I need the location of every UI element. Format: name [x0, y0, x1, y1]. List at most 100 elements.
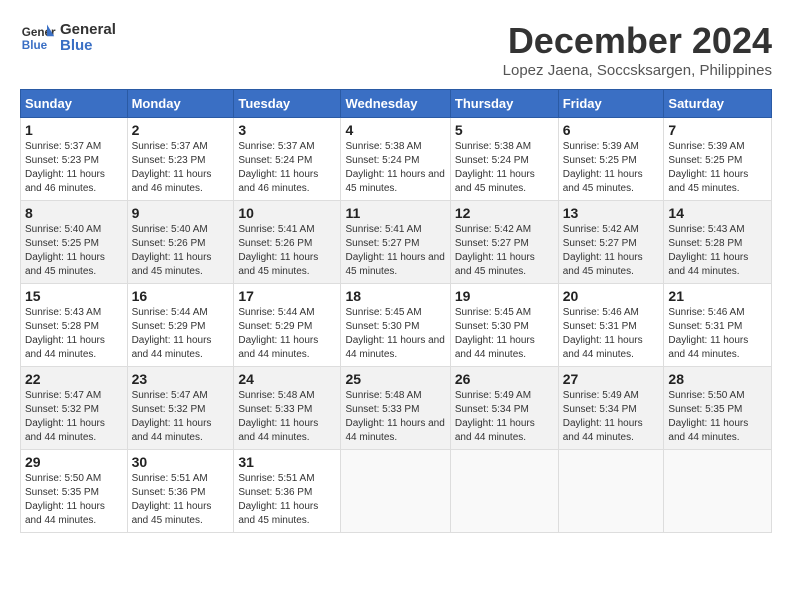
day-number: 27: [563, 371, 660, 387]
calendar-cell: 16 Sunrise: 5:44 AM Sunset: 5:29 PM Dayl…: [127, 284, 234, 367]
page-header: General Blue General Blue December 2024 …: [20, 20, 772, 79]
day-info: Sunrise: 5:42 AM Sunset: 5:27 PM Dayligh…: [455, 223, 554, 279]
calendar-cell: 1 Sunrise: 5:37 AM Sunset: 5:23 PM Dayli…: [21, 118, 128, 201]
day-info: Sunrise: 5:37 AM Sunset: 5:24 PM Dayligh…: [238, 140, 336, 196]
day-info: Sunrise: 5:50 AM Sunset: 5:35 PM Dayligh…: [668, 389, 767, 445]
calendar-cell: 31 Sunrise: 5:51 AM Sunset: 5:36 PM Dayl…: [234, 450, 341, 533]
weekday-header-sunday: Sunday: [21, 90, 128, 118]
day-info: Sunrise: 5:39 AM Sunset: 5:25 PM Dayligh…: [668, 140, 767, 196]
day-info: Sunrise: 5:46 AM Sunset: 5:31 PM Dayligh…: [563, 306, 660, 362]
calendar-cell: [664, 450, 772, 533]
calendar-cell: 11 Sunrise: 5:41 AM Sunset: 5:27 PM Dayl…: [341, 201, 450, 284]
week-row-3: 15 Sunrise: 5:43 AM Sunset: 5:28 PM Dayl…: [21, 284, 772, 367]
calendar-cell: 24 Sunrise: 5:48 AM Sunset: 5:33 PM Dayl…: [234, 367, 341, 450]
weekday-header-thursday: Thursday: [450, 90, 558, 118]
day-number: 30: [132, 454, 230, 470]
weekday-header-row: SundayMondayTuesdayWednesdayThursdayFrid…: [21, 90, 772, 118]
weekday-header-friday: Friday: [558, 90, 664, 118]
calendar-cell: 15 Sunrise: 5:43 AM Sunset: 5:28 PM Dayl…: [21, 284, 128, 367]
calendar-cell: 9 Sunrise: 5:40 AM Sunset: 5:26 PM Dayli…: [127, 201, 234, 284]
day-info: Sunrise: 5:37 AM Sunset: 5:23 PM Dayligh…: [25, 140, 123, 196]
day-info: Sunrise: 5:50 AM Sunset: 5:35 PM Dayligh…: [25, 472, 123, 528]
week-row-4: 22 Sunrise: 5:47 AM Sunset: 5:32 PM Dayl…: [21, 367, 772, 450]
calendar-cell: [558, 450, 664, 533]
day-info: Sunrise: 5:49 AM Sunset: 5:34 PM Dayligh…: [563, 389, 660, 445]
day-number: 25: [345, 371, 445, 387]
day-info: Sunrise: 5:41 AM Sunset: 5:26 PM Dayligh…: [238, 223, 336, 279]
calendar-cell: 23 Sunrise: 5:47 AM Sunset: 5:32 PM Dayl…: [127, 367, 234, 450]
day-number: 20: [563, 288, 660, 304]
day-number: 3: [238, 122, 336, 138]
day-number: 18: [345, 288, 445, 304]
day-info: Sunrise: 5:44 AM Sunset: 5:29 PM Dayligh…: [238, 306, 336, 362]
day-number: 26: [455, 371, 554, 387]
month-title: December 2024: [503, 20, 772, 62]
calendar-cell: [341, 450, 450, 533]
calendar-cell: 8 Sunrise: 5:40 AM Sunset: 5:25 PM Dayli…: [21, 201, 128, 284]
day-info: Sunrise: 5:45 AM Sunset: 5:30 PM Dayligh…: [345, 306, 445, 362]
day-info: Sunrise: 5:48 AM Sunset: 5:33 PM Dayligh…: [238, 389, 336, 445]
day-info: Sunrise: 5:42 AM Sunset: 5:27 PM Dayligh…: [563, 223, 660, 279]
calendar-cell: 30 Sunrise: 5:51 AM Sunset: 5:36 PM Dayl…: [127, 450, 234, 533]
calendar-cell: 27 Sunrise: 5:49 AM Sunset: 5:34 PM Dayl…: [558, 367, 664, 450]
day-info: Sunrise: 5:48 AM Sunset: 5:33 PM Dayligh…: [345, 389, 445, 445]
day-info: Sunrise: 5:43 AM Sunset: 5:28 PM Dayligh…: [668, 223, 767, 279]
calendar-cell: 19 Sunrise: 5:45 AM Sunset: 5:30 PM Dayl…: [450, 284, 558, 367]
calendar-cell: 18 Sunrise: 5:45 AM Sunset: 5:30 PM Dayl…: [341, 284, 450, 367]
calendar-cell: 10 Sunrise: 5:41 AM Sunset: 5:26 PM Dayl…: [234, 201, 341, 284]
weekday-header-tuesday: Tuesday: [234, 90, 341, 118]
calendar-cell: 17 Sunrise: 5:44 AM Sunset: 5:29 PM Dayl…: [234, 284, 341, 367]
day-info: Sunrise: 5:47 AM Sunset: 5:32 PM Dayligh…: [132, 389, 230, 445]
day-number: 15: [25, 288, 123, 304]
day-info: Sunrise: 5:46 AM Sunset: 5:31 PM Dayligh…: [668, 306, 767, 362]
calendar-cell: 14 Sunrise: 5:43 AM Sunset: 5:28 PM Dayl…: [664, 201, 772, 284]
day-number: 7: [668, 122, 767, 138]
day-number: 29: [25, 454, 123, 470]
day-number: 13: [563, 205, 660, 221]
day-number: 24: [238, 371, 336, 387]
day-info: Sunrise: 5:40 AM Sunset: 5:25 PM Dayligh…: [25, 223, 123, 279]
calendar-cell: 3 Sunrise: 5:37 AM Sunset: 5:24 PM Dayli…: [234, 118, 341, 201]
calendar-cell: 29 Sunrise: 5:50 AM Sunset: 5:35 PM Dayl…: [21, 450, 128, 533]
day-number: 17: [238, 288, 336, 304]
logo-blue: Blue: [60, 38, 116, 55]
day-number: 10: [238, 205, 336, 221]
calendar-cell: 12 Sunrise: 5:42 AM Sunset: 5:27 PM Dayl…: [450, 201, 558, 284]
calendar-cell: 4 Sunrise: 5:38 AM Sunset: 5:24 PM Dayli…: [341, 118, 450, 201]
calendar-cell: 26 Sunrise: 5:49 AM Sunset: 5:34 PM Dayl…: [450, 367, 558, 450]
day-number: 1: [25, 122, 123, 138]
day-number: 28: [668, 371, 767, 387]
calendar-cell: 2 Sunrise: 5:37 AM Sunset: 5:23 PM Dayli…: [127, 118, 234, 201]
day-info: Sunrise: 5:40 AM Sunset: 5:26 PM Dayligh…: [132, 223, 230, 279]
calendar-cell: 20 Sunrise: 5:46 AM Sunset: 5:31 PM Dayl…: [558, 284, 664, 367]
week-row-2: 8 Sunrise: 5:40 AM Sunset: 5:25 PM Dayli…: [21, 201, 772, 284]
day-info: Sunrise: 5:51 AM Sunset: 5:36 PM Dayligh…: [132, 472, 230, 528]
week-row-5: 29 Sunrise: 5:50 AM Sunset: 5:35 PM Dayl…: [21, 450, 772, 533]
day-number: 16: [132, 288, 230, 304]
day-info: Sunrise: 5:45 AM Sunset: 5:30 PM Dayligh…: [455, 306, 554, 362]
title-block: December 2024 Lopez Jaena, Soccsksargen,…: [503, 20, 772, 79]
day-info: Sunrise: 5:43 AM Sunset: 5:28 PM Dayligh…: [25, 306, 123, 362]
week-row-1: 1 Sunrise: 5:37 AM Sunset: 5:23 PM Dayli…: [21, 118, 772, 201]
day-info: Sunrise: 5:47 AM Sunset: 5:32 PM Dayligh…: [25, 389, 123, 445]
day-info: Sunrise: 5:44 AM Sunset: 5:29 PM Dayligh…: [132, 306, 230, 362]
day-number: 31: [238, 454, 336, 470]
weekday-header-monday: Monday: [127, 90, 234, 118]
weekday-header-wednesday: Wednesday: [341, 90, 450, 118]
day-info: Sunrise: 5:49 AM Sunset: 5:34 PM Dayligh…: [455, 389, 554, 445]
day-number: 19: [455, 288, 554, 304]
day-info: Sunrise: 5:38 AM Sunset: 5:24 PM Dayligh…: [455, 140, 554, 196]
svg-text:Blue: Blue: [22, 39, 48, 52]
calendar-cell: 25 Sunrise: 5:48 AM Sunset: 5:33 PM Dayl…: [341, 367, 450, 450]
calendar-cell: 5 Sunrise: 5:38 AM Sunset: 5:24 PM Dayli…: [450, 118, 558, 201]
day-info: Sunrise: 5:38 AM Sunset: 5:24 PM Dayligh…: [345, 140, 445, 196]
day-number: 2: [132, 122, 230, 138]
logo-general: General: [60, 22, 116, 39]
logo-icon: General Blue: [20, 20, 56, 56]
weekday-header-saturday: Saturday: [664, 90, 772, 118]
calendar-cell: 21 Sunrise: 5:46 AM Sunset: 5:31 PM Dayl…: [664, 284, 772, 367]
calendar-table: SundayMondayTuesdayWednesdayThursdayFrid…: [20, 89, 772, 533]
day-info: Sunrise: 5:39 AM Sunset: 5:25 PM Dayligh…: [563, 140, 660, 196]
day-number: 4: [345, 122, 445, 138]
calendar-cell: 13 Sunrise: 5:42 AM Sunset: 5:27 PM Dayl…: [558, 201, 664, 284]
